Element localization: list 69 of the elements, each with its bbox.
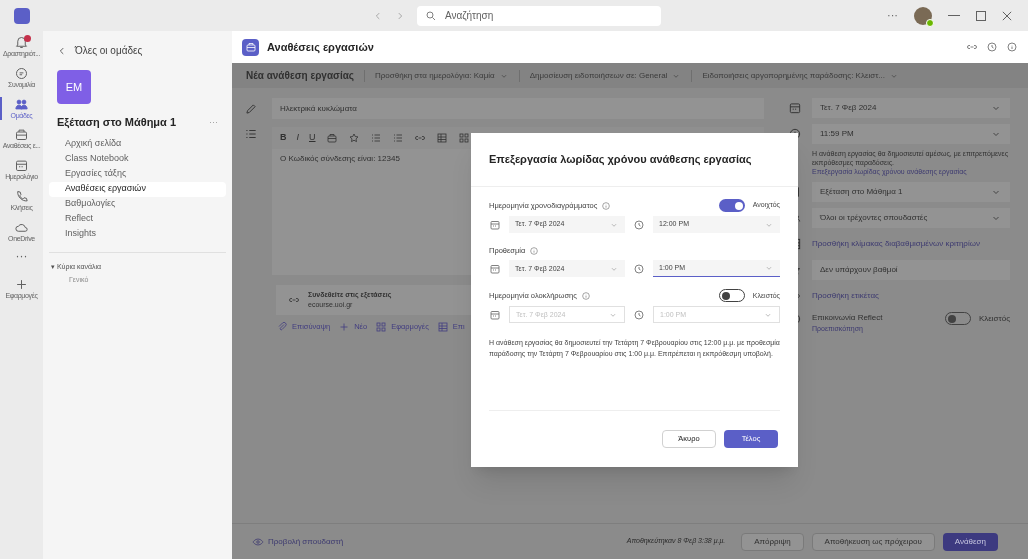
search-field[interactable]: Αναζήτηση bbox=[417, 5, 661, 26]
team-name: Εξέταση στο Μάθημα 1 bbox=[57, 115, 177, 130]
channel-item[interactable]: Βαθμολογίες bbox=[49, 196, 226, 212]
list-icon bbox=[244, 127, 258, 141]
title-field[interactable]: Ηλεκτρικά κυκλώματα bbox=[272, 98, 764, 119]
star-icon[interactable] bbox=[347, 132, 360, 144]
points-field[interactable]: Δεν υπάρχουν βαθμοί bbox=[812, 260, 1010, 281]
pencil-icon bbox=[244, 101, 258, 116]
dropdown[interactable]: Εξέταση στο Μάθημα 1 bbox=[812, 182, 1010, 203]
list-icon[interactable] bbox=[391, 132, 404, 144]
close-icon[interactable] bbox=[1002, 10, 1012, 21]
avatar[interactable] bbox=[914, 6, 932, 25]
date-picker[interactable]: Τετ. 7 Φεβ 2024 bbox=[812, 98, 1010, 118]
student-view-link[interactable]: Προβολή σπουδαστή bbox=[252, 535, 344, 548]
app-logo-icon bbox=[13, 7, 30, 24]
chat-icon bbox=[14, 65, 29, 81]
rail-item[interactable]: ··· bbox=[0, 250, 43, 263]
channel-item[interactable]: Εργασίες τάξης bbox=[49, 166, 226, 182]
dropdown[interactable]: Δημοσίευση ειδοποιήσεων σε: General bbox=[529, 69, 682, 82]
app-title: Αναθέσεις εργασιών bbox=[267, 39, 374, 55]
channel-item[interactable]: Class Notebook bbox=[49, 151, 226, 167]
info-icon bbox=[580, 290, 591, 301]
toggle-state: Κλειστός bbox=[978, 312, 1010, 325]
channel-item[interactable]: Αρχική σελίδα bbox=[49, 136, 226, 152]
info-icon bbox=[601, 200, 612, 211]
description-text: Ο Κωδικός σύνδεσης είναι: 12345 bbox=[280, 154, 400, 163]
info-icon bbox=[529, 245, 540, 256]
action-button[interactable]: Αποθήκευση ως πρόχειρου bbox=[811, 532, 935, 551]
channel-item[interactable]: Αναθέσεις εργασιών bbox=[49, 181, 226, 197]
more-button[interactable]: ··· bbox=[887, 7, 898, 24]
phone-icon bbox=[14, 188, 29, 204]
calendar-icon bbox=[489, 262, 501, 275]
dropdown[interactable]: Ειδοποιήσεις αργοπορημένης παράδοσης: Κλειστ... bbox=[702, 69, 900, 82]
calendar-icon bbox=[489, 308, 501, 321]
action-button[interactable]: Απόρριψη bbox=[741, 532, 804, 551]
channel-item[interactable]: Insights bbox=[49, 226, 226, 242]
plus-icon bbox=[338, 321, 351, 333]
calendar-icon bbox=[489, 218, 501, 231]
grid-icon[interactable] bbox=[457, 132, 470, 144]
eye-icon bbox=[252, 535, 264, 548]
toolbar-title: Νέα ανάθεση εργασίας bbox=[246, 69, 354, 83]
briefcase-icon bbox=[14, 127, 29, 143]
calendar-icon bbox=[14, 158, 29, 173]
channel-item[interactable]: Reflect bbox=[49, 211, 226, 227]
info-icon bbox=[1006, 41, 1018, 53]
format-button[interactable]: U bbox=[309, 131, 316, 145]
search-icon bbox=[425, 9, 437, 22]
more-button[interactable]: ··· bbox=[209, 115, 218, 129]
list-icon[interactable] bbox=[369, 132, 382, 144]
back-link[interactable]: Όλες οι ομάδες bbox=[75, 43, 143, 58]
maximize-button[interactable] bbox=[976, 10, 986, 21]
assign-button[interactable]: Ανάθεση bbox=[942, 532, 998, 551]
paperclip-icon bbox=[276, 321, 288, 333]
format-button[interactable]: B bbox=[280, 131, 287, 145]
add-link[interactable]: Προσθήκη ετικέτας bbox=[812, 286, 1010, 307]
calendar-icon bbox=[788, 101, 802, 115]
format-button[interactable]: I bbox=[296, 131, 299, 145]
add-link[interactable]: Προσθήκη κλίμακας διαβαθμισμένων κριτηρίων bbox=[812, 234, 1010, 255]
bell-icon bbox=[14, 35, 29, 50]
grid-icon bbox=[375, 321, 388, 333]
dialog-title: Επεξεργασία λωρίδας χρόνου ανάθεσης εργασίας bbox=[471, 133, 798, 187]
reflect-label: Επικοινωνία Reflect bbox=[812, 312, 883, 325]
briefcase-icon[interactable] bbox=[325, 132, 338, 144]
toggle-switch[interactable] bbox=[718, 199, 745, 212]
dropdown[interactable]: Όλοι οι τρέχοντες σπουδαστές bbox=[812, 208, 1010, 229]
dropdown[interactable]: Προσθήκη στα ημερολόγια: Καμία bbox=[375, 69, 509, 82]
time-picker[interactable]: 11:59 PM bbox=[812, 124, 1010, 144]
back-icon[interactable] bbox=[57, 45, 67, 56]
team-avatar: EM bbox=[57, 70, 91, 104]
